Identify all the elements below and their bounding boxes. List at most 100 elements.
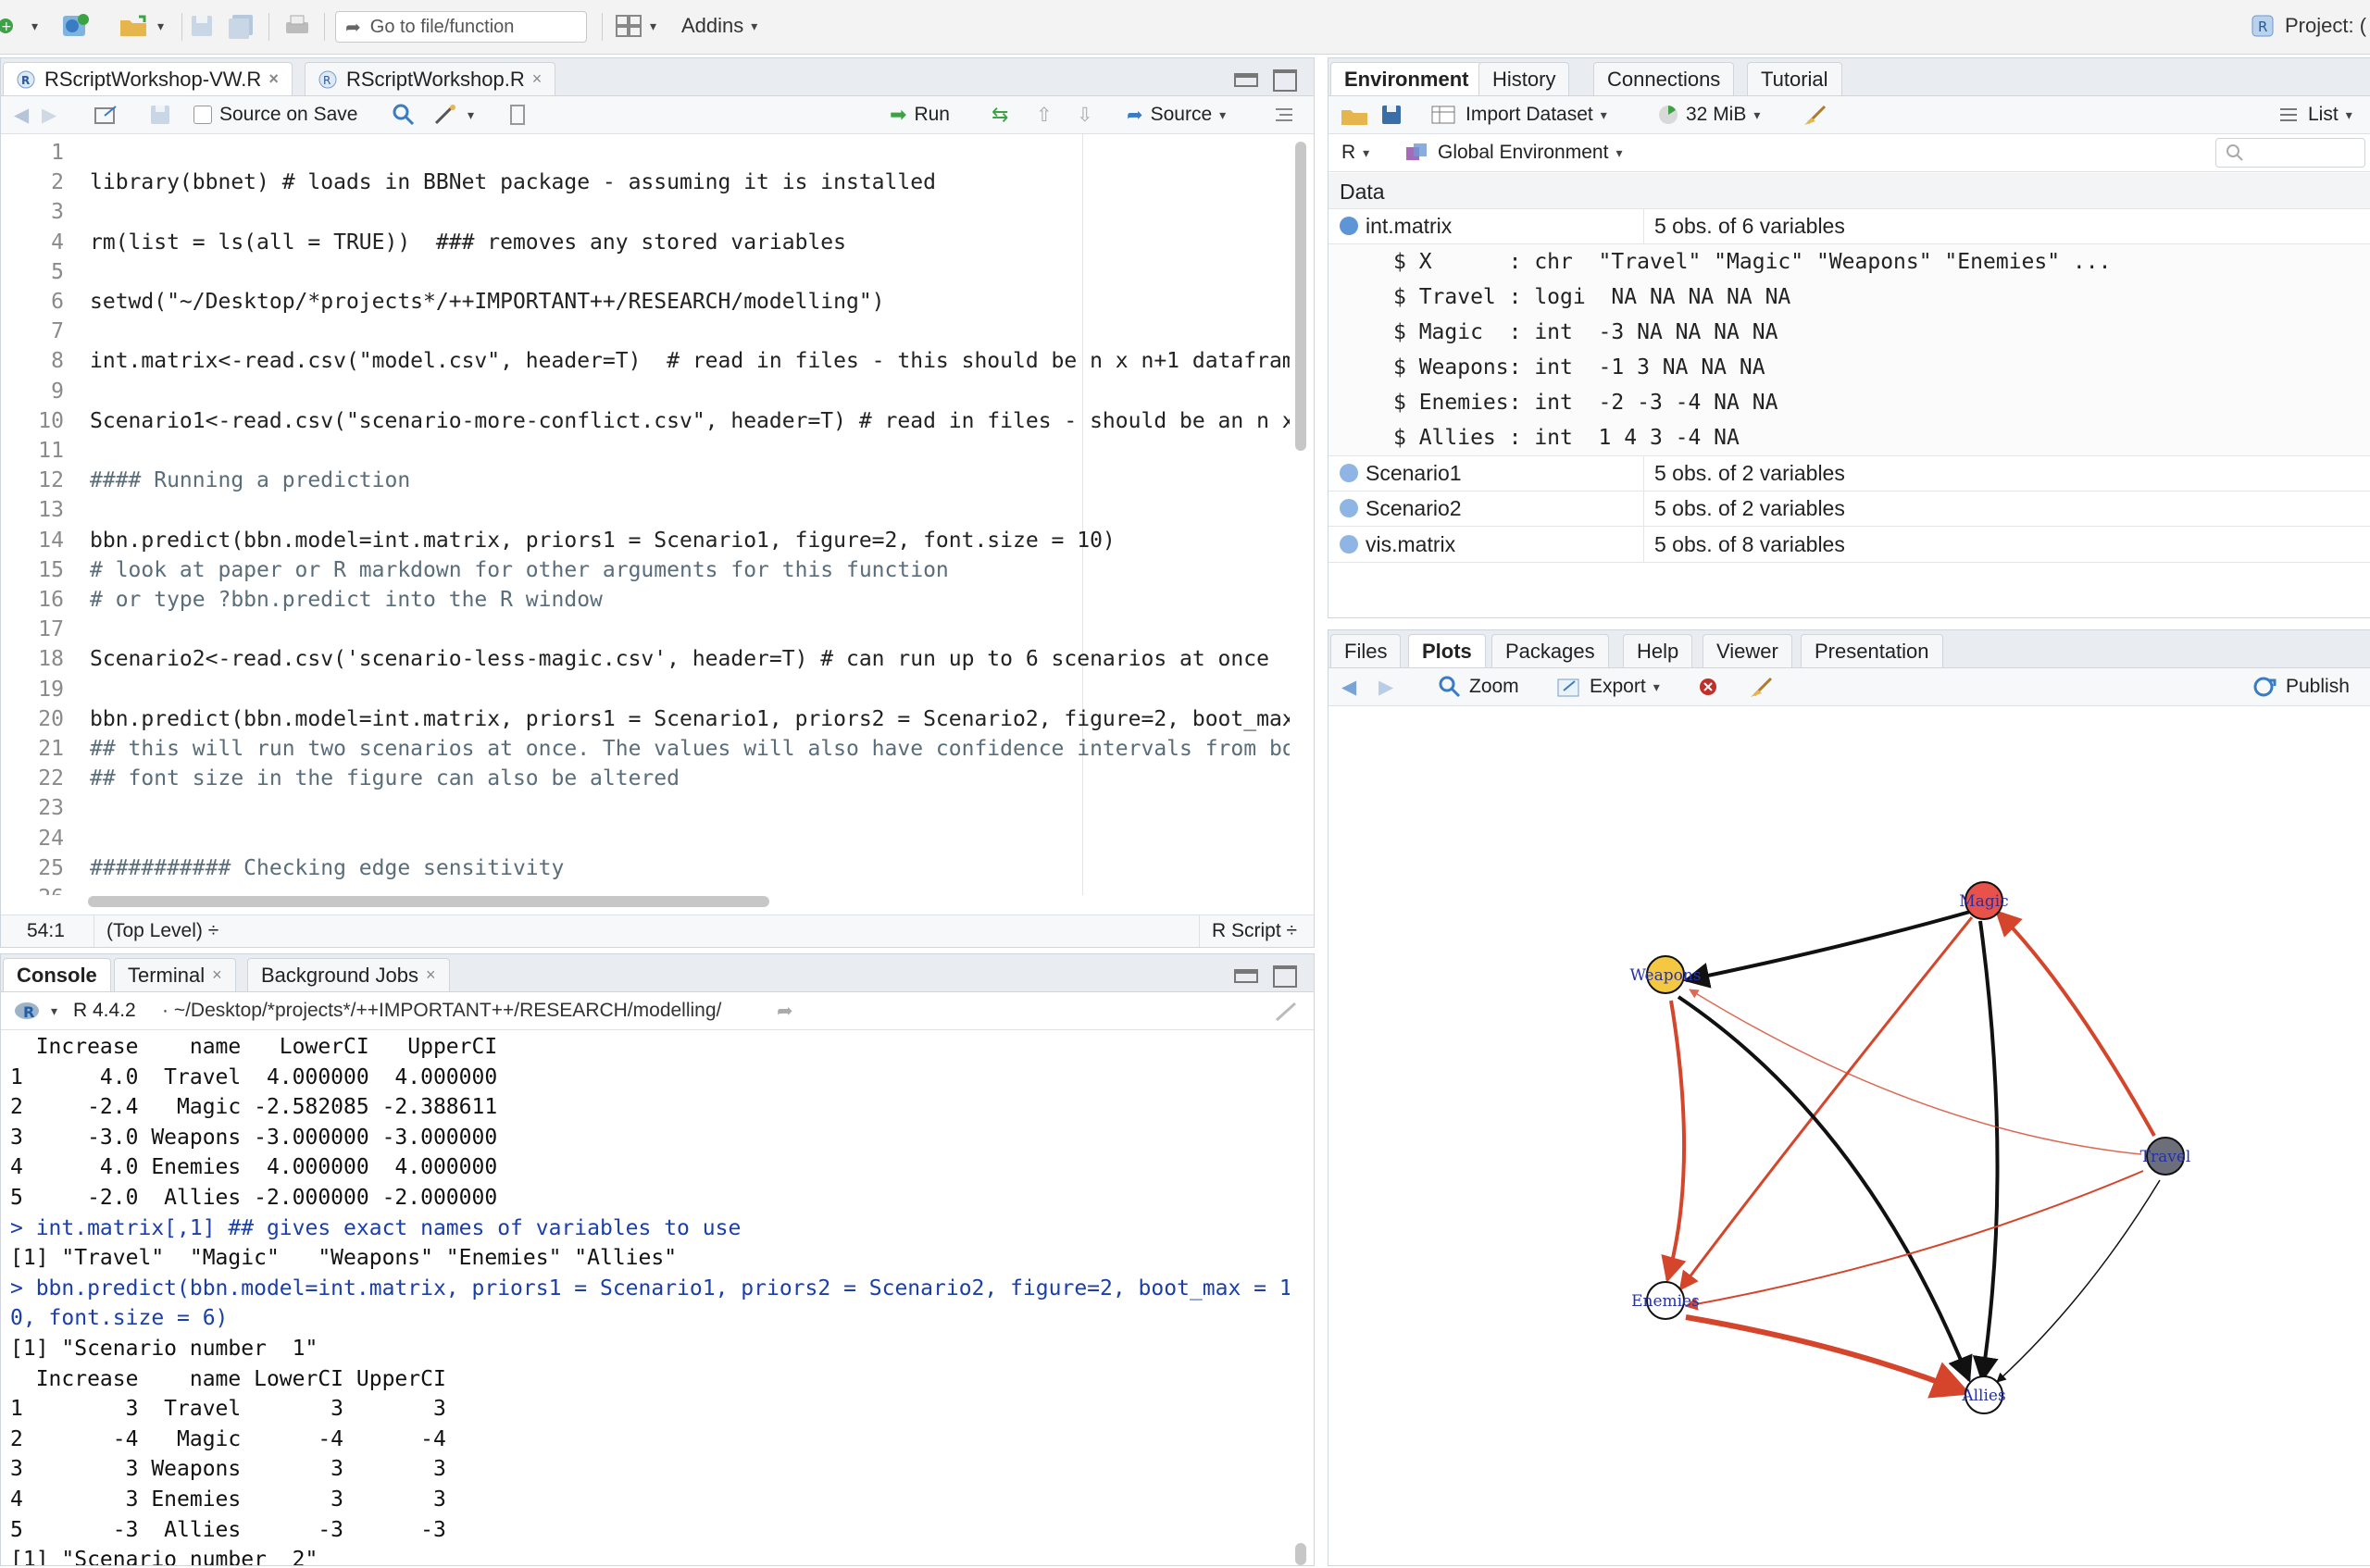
environment-object-row[interactable]: vis.matrix 5 obs. of 8 variables (1328, 526, 2370, 563)
code-line[interactable]: 20 bbn.predict(bbn.model=int.matrix, prio… (1, 704, 1290, 734)
export-menu[interactable]: Export ▾ (1556, 674, 1660, 700)
tab-help[interactable]: Help (1623, 634, 1693, 667)
code-line[interactable]: 4 rm(list = ls(all = TRUE)) ### removes a… (1, 228, 1290, 257)
tab-rscriptworkshop-vw[interactable]: R RScriptWorkshop-VW.R × (3, 62, 293, 95)
code-line[interactable]: 18 Scenario2<-read.csv('scenario-less-mag… (1, 644, 1290, 674)
tab-plots[interactable]: Plots (1408, 634, 1486, 667)
go-up-icon[interactable]: ⇧ (1036, 102, 1053, 128)
tab-tutorial[interactable]: Tutorial (1747, 62, 1842, 95)
remove-plot-icon[interactable] (1697, 674, 1719, 700)
save-workspace-icon[interactable] (1380, 102, 1403, 128)
document-outline-icon[interactable] (1273, 102, 1295, 128)
code-text[interactable]: # look at paper or R markdown for other … (90, 555, 949, 585)
console-output[interactable]: Increase name LowerCI UpperCI 1 4.0 Trave… (1, 1030, 1290, 1565)
code-text[interactable]: ## font size in the figure can also be a… (90, 764, 680, 793)
open-folder-icon[interactable]: ▾ (118, 9, 164, 43)
scope-menu[interactable]: (Top Level) ÷ (106, 920, 218, 942)
editor-vertical-scrollbar[interactable] (1295, 142, 1306, 451)
tab-rscriptworkshop[interactable]: R RScriptWorkshop.R × (305, 62, 556, 95)
environment-object-row[interactable]: Scenario1 5 obs. of 2 variables (1328, 454, 2370, 492)
clear-plots-icon[interactable] (1749, 674, 1777, 700)
tab-background-jobs[interactable]: Background Jobs × (247, 958, 450, 991)
code-text[interactable]: #### Running a prediction (90, 466, 410, 495)
code-editor[interactable]: 1 2 library(bbnet) # loads in BBNet packag… (1, 134, 1290, 895)
rerun-icon[interactable]: ⇆ (992, 102, 1008, 128)
code-text[interactable]: bbn.predict(bbn.model=int.matrix, priors… (90, 704, 1290, 734)
run-button[interactable]: ➡ Run (890, 102, 950, 128)
code-line[interactable]: 2 library(bbnet) # loads in BBNet package… (1, 168, 1290, 197)
environment-scope-menu[interactable]: Global Environment ▾ (1404, 140, 1622, 166)
close-icon[interactable]: × (426, 965, 436, 985)
environment-object-row[interactable]: int.matrix 5 obs. of 6 variables (1328, 208, 2370, 244)
new-file-icon[interactable]: + ▾ (0, 9, 38, 43)
code-line[interactable]: 26 (1, 883, 1290, 895)
forward-arrow-icon[interactable]: ▶ (42, 102, 56, 128)
collapse-icon[interactable] (1340, 217, 1358, 235)
expand-icon[interactable] (1340, 499, 1358, 518)
editor-horizontal-scrollbar[interactable] (88, 896, 769, 907)
code-line[interactable]: 25 ########### Checking edge sensitivity (1, 853, 1290, 883)
code-line[interactable]: 10 Scenario1<-read.csv("scenario-more-con… (1, 406, 1290, 436)
code-text[interactable]: Scenario2<-read.csv('scenario-less-magic… (90, 644, 1269, 674)
code-line[interactable]: 13 (1, 495, 1290, 525)
zoom-button[interactable]: Zoom (1438, 674, 1519, 700)
publish-button[interactable]: Publish (2251, 674, 2350, 700)
code-line[interactable]: 12 #### Running a prediction (1, 466, 1290, 495)
addins-menu[interactable]: Addins ▾ (681, 9, 757, 43)
maximize-icon[interactable] (1273, 965, 1297, 988)
code-text[interactable]: setwd("~/Desktop/*projects*/++IMPORTANT+… (90, 287, 885, 317)
go-to-directory-icon[interactable]: ➦ (777, 998, 793, 1024)
show-in-window-icon[interactable] (94, 102, 118, 128)
environment-search-input[interactable] (2215, 138, 2365, 168)
expand-icon[interactable] (1340, 463, 1358, 482)
code-text[interactable]: bbn.predict(bbn.model=int.matrix, priors… (90, 526, 1116, 555)
working-directory[interactable]: · ~/Desktop/*projects*/++IMPORTANT++/RES… (162, 998, 721, 1024)
expand-icon[interactable] (1340, 534, 1358, 554)
tab-presentation[interactable]: Presentation (1801, 634, 1943, 667)
code-line[interactable]: 8 int.matrix<-read.csv("model.csv", heade… (1, 346, 1290, 376)
code-text[interactable]: library(bbnet) # loads in BBNet package … (90, 168, 936, 197)
tab-viewer[interactable]: Viewer (1703, 634, 1792, 667)
load-workspace-icon[interactable] (1340, 102, 1371, 128)
compile-report-icon[interactable] (508, 102, 527, 128)
console-scrollbar[interactable] (1295, 1543, 1306, 1565)
code-text[interactable]: # or type ?bbn.predict into the R window (90, 585, 603, 615)
code-text[interactable]: int.matrix<-read.csv("model.csv", header… (90, 346, 1290, 376)
clear-console-icon[interactable] (1273, 998, 1299, 1024)
close-icon[interactable]: × (532, 69, 543, 89)
go-to-file-input[interactable]: ➦ Go to file/function (335, 11, 587, 43)
code-line[interactable]: 24 (1, 824, 1290, 853)
close-icon[interactable]: × (212, 965, 222, 985)
code-line[interactable]: 1 (1, 138, 1290, 168)
previous-plot-icon[interactable]: ◀ (1341, 674, 1356, 700)
file-type-menu[interactable]: R Script ÷ (1212, 920, 1297, 942)
back-arrow-icon[interactable]: ◀ (14, 102, 29, 128)
clear-workspace-icon[interactable] (1802, 102, 1830, 128)
code-line[interactable]: 3 (1, 197, 1290, 227)
code-text[interactable]: ########### Checking edge sensitivity (90, 853, 564, 883)
search-icon[interactable] (392, 102, 416, 128)
code-line[interactable]: 19 (1, 675, 1290, 704)
code-line[interactable]: 9 (1, 377, 1290, 406)
save-icon[interactable] (189, 9, 215, 43)
code-line[interactable]: 5 (1, 257, 1290, 287)
code-line[interactable]: 16 # or type ?bbn.predict into the R wind… (1, 585, 1290, 615)
save-file-icon[interactable] (149, 102, 171, 128)
minimize-icon[interactable] (1234, 73, 1258, 87)
code-line[interactable]: 23 (1, 793, 1290, 823)
code-line[interactable]: 17 (1, 615, 1290, 644)
close-icon[interactable]: × (268, 69, 279, 89)
language-menu[interactable]: R ▾ (1341, 140, 1369, 166)
code-text[interactable]: ## this will run two scenarios at once. … (90, 734, 1290, 764)
tab-console[interactable]: Console (3, 958, 111, 991)
code-line[interactable]: 22 ## font size in the figure can also be… (1, 764, 1290, 793)
import-dataset-menu[interactable]: Import Dataset ▾ (1430, 102, 1607, 128)
code-line[interactable]: 15 # look at paper or R markdown for othe… (1, 555, 1290, 585)
print-icon[interactable] (283, 9, 311, 43)
go-down-icon[interactable]: ⇩ (1077, 102, 1093, 128)
tab-terminal[interactable]: Terminal × (114, 958, 236, 991)
code-line[interactable]: 21 ## this will run two scenarios at once… (1, 734, 1290, 764)
project-menu[interactable]: R Project: ( (2250, 9, 2366, 43)
code-line[interactable]: 11 (1, 436, 1290, 466)
tab-environment[interactable]: Environment (1330, 62, 1483, 95)
